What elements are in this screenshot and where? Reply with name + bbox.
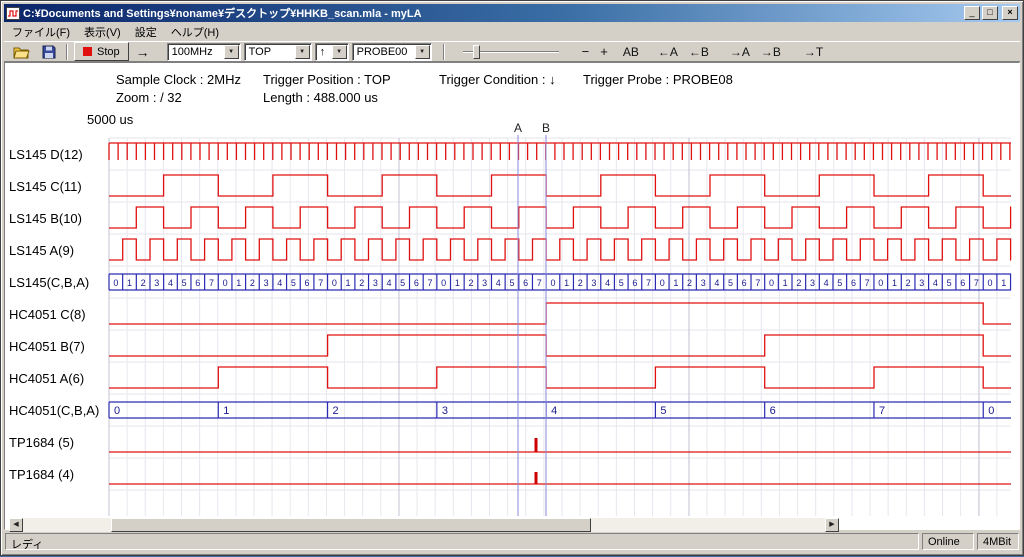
zoom-slider-thumb[interactable] — [473, 45, 480, 59]
horizontal-scrollbar[interactable]: ◀ ▶ — [9, 518, 839, 532]
trigger-probe-info: Trigger Probe : PROBE08 — [583, 72, 733, 87]
menu-view[interactable]: 表示(V) — [77, 21, 128, 43]
sample-clock-combo[interactable]: 100MHz ▼ — [167, 43, 241, 61]
window-title: C:¥Documents and Settings¥noname¥デスクトップ¥… — [23, 5, 961, 21]
stop-icon — [83, 47, 92, 56]
goto-b-left-button[interactable]: ←B — [685, 42, 713, 61]
zoom-slider[interactable] — [461, 43, 561, 61]
app-icon — [6, 7, 20, 20]
dropdown-arrow-icon[interactable]: ▼ — [332, 45, 347, 59]
close-button[interactable]: × — [1002, 6, 1018, 20]
dropdown-arrow-icon[interactable]: ▼ — [415, 45, 430, 59]
toolbar: Stop → 100MHz ▼ TOP ▼ ↑ ▼ PROBE00 ▼ − + … — [4, 41, 1020, 62]
dropdown-arrow-icon[interactable]: ▼ — [295, 45, 310, 59]
open-file-button[interactable] — [9, 42, 35, 61]
menu-settings[interactable]: 設定 — [128, 21, 164, 43]
length-info: Length : 488.000 us — [263, 90, 378, 105]
toolbar-separator — [66, 44, 68, 60]
trigger-edge-combo[interactable]: ↑ ▼ — [315, 43, 349, 61]
sample-clock-info: Sample Clock : 2MHz — [116, 72, 241, 87]
trigger-position-combo[interactable]: TOP ▼ — [244, 43, 312, 61]
open-folder-icon — [13, 45, 31, 59]
scrollbar-thumb[interactable] — [111, 518, 591, 532]
menu-help[interactable]: ヘルプ(H) — [164, 21, 226, 43]
scroll-right-button[interactable]: ▶ — [825, 518, 839, 532]
ab-span-button[interactable]: AB — [619, 42, 643, 61]
status-memory: 4MBit — [977, 533, 1019, 550]
goto-a-left-button[interactable]: ←A — [654, 42, 682, 61]
zoom-in-button[interactable]: + — [596, 42, 612, 61]
zoom-out-button[interactable]: − — [578, 42, 594, 61]
menu-file[interactable]: ファイル(F) — [5, 21, 77, 43]
trigger-edge-value: ↑ — [316, 46, 332, 58]
trigger-probe-combo[interactable]: PROBE00 ▼ — [352, 43, 432, 61]
trigger-probe-value: PROBE00 — [353, 46, 415, 58]
goto-trigger-button[interactable]: →T — [800, 42, 827, 61]
save-floppy-icon — [42, 45, 56, 59]
menu-bar: ファイル(F) 表示(V) 設定 ヘルプ(H) — [4, 22, 1020, 41]
window-controls: _ □ × — [964, 6, 1018, 20]
status-online: Online — [922, 533, 974, 550]
scroll-left-button[interactable]: ◀ — [9, 518, 23, 532]
minimize-button[interactable]: _ — [964, 6, 980, 20]
time-scale-label: 5000 us — [87, 112, 133, 127]
save-button[interactable] — [38, 42, 60, 61]
waveform-area[interactable] — [4, 62, 1020, 530]
maximize-button[interactable]: □ — [982, 6, 998, 20]
run-button[interactable]: → — [132, 42, 154, 61]
sample-clock-value: 100MHz — [168, 46, 224, 58]
trigger-position-info: Trigger Position : TOP — [263, 72, 391, 87]
scrollbar-track[interactable] — [23, 518, 825, 532]
dropdown-arrow-icon[interactable]: ▼ — [224, 45, 239, 59]
stop-button[interactable]: Stop — [74, 42, 129, 61]
stop-label: Stop — [97, 46, 120, 58]
toolbar-separator — [443, 44, 445, 60]
status-message: レディ — [5, 533, 919, 550]
title-bar: C:¥Documents and Settings¥noname¥デスクトップ¥… — [4, 4, 1020, 22]
status-bar: レディ Online 4MBit — [4, 532, 1020, 551]
app-window: C:¥Documents and Settings¥noname¥デスクトップ¥… — [0, 0, 1024, 556]
trigger-condition-info: Trigger Condition : ↓ — [439, 72, 556, 87]
goto-b-right-button[interactable]: →B — [757, 42, 785, 61]
zoom-info: Zoom : / 32 — [116, 90, 182, 105]
goto-a-right-button[interactable]: →A — [726, 42, 754, 61]
trigger-position-value: TOP — [245, 46, 295, 58]
